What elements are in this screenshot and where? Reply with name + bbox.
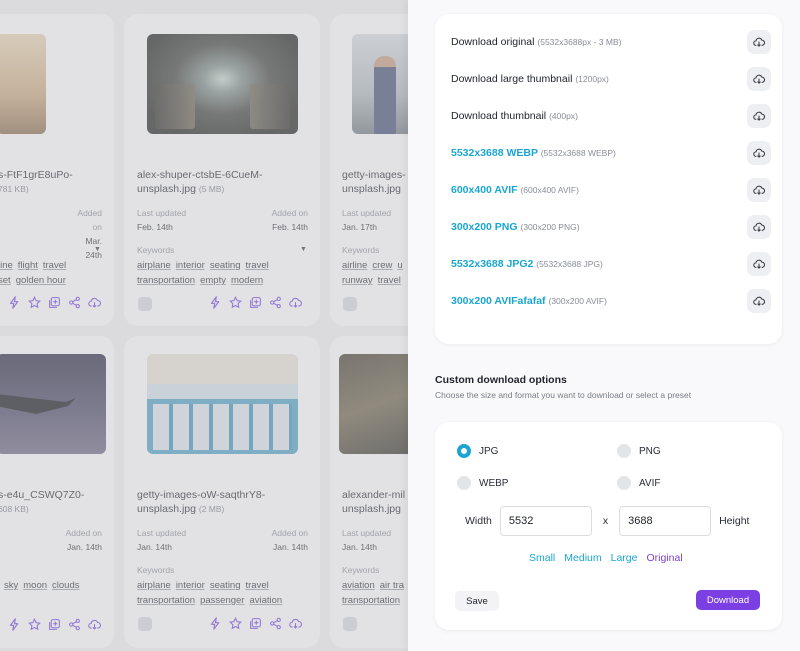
cloud-download-icon [753, 37, 765, 47]
cloud-download-icon [753, 222, 765, 232]
save-button[interactable]: Save [455, 591, 499, 611]
radio-label: PNG [639, 445, 661, 457]
cloud-download-icon [753, 185, 765, 195]
radio-indicator [617, 444, 631, 458]
option-detail: (5532x3688px - 3 MB) [537, 37, 622, 47]
option-name: 600x400 AVIF [451, 184, 518, 196]
height-label: Height [719, 515, 750, 527]
download-option-row[interactable]: 5532x3688 JPG2 (5532x3688 JPG) [451, 251, 771, 277]
option-detail: (300x200 AVIF) [548, 296, 607, 306]
download-option-label[interactable]: 5532x3688 WEBP (5532x3688 WEBP) [451, 147, 616, 159]
custom-download-form: JPG PNG WEBP AVIF Width x Height Small M… [435, 422, 782, 630]
format-radio-avif[interactable]: AVIF [617, 476, 660, 490]
radio-indicator [617, 476, 631, 490]
preset-original[interactable]: Original [646, 552, 682, 564]
download-option-row[interactable]: Download thumbnail (400px) [451, 103, 771, 129]
download-option-button[interactable] [747, 67, 771, 91]
image-grid: s-FtF1grE8uPo- 781 KB) Added on Mar. 24th… [0, 0, 410, 651]
format-radio-webp[interactable]: WEBP [457, 476, 508, 490]
download-option-label[interactable]: 600x400 AVIF (600x400 AVIF) [451, 184, 579, 196]
modal-backdrop[interactable] [0, 0, 410, 651]
option-name: Download original [451, 36, 535, 48]
preset-small[interactable]: Small [529, 552, 555, 564]
option-name: 300x200 PNG [451, 221, 518, 233]
radio-label: JPG [479, 445, 499, 457]
preset-medium[interactable]: Medium [564, 552, 601, 564]
option-name: 300x200 AVIFafafaf [451, 295, 546, 307]
download-option-row[interactable]: Download original (5532x3688px - 3 MB) [451, 29, 771, 55]
download-option-row[interactable]: 300x200 PNG (300x200 PNG) [451, 214, 771, 240]
custom-download-title: Custom download options [435, 374, 567, 386]
download-option-button[interactable] [747, 104, 771, 128]
download-option-row[interactable]: Download large thumbnail (1200px) [451, 66, 771, 92]
cloud-download-icon [753, 111, 765, 121]
download-panel: Download original (5532x3688px - 3 MB) Do… [408, 0, 800, 651]
option-detail: (300x200 PNG) [520, 222, 580, 232]
download-option-button[interactable] [747, 178, 771, 202]
download-option-label[interactable]: 300x200 PNG (300x200 PNG) [451, 221, 580, 233]
size-presets: Small Medium Large Original [529, 552, 683, 564]
download-option-button[interactable] [747, 141, 771, 165]
option-name: Download thumbnail [451, 110, 547, 122]
download-option-label[interactable]: Download original (5532x3688px - 3 MB) [451, 36, 622, 48]
download-option-row[interactable]: 5532x3688 WEBP (5532x3688 WEBP) [451, 140, 771, 166]
download-option-label[interactable]: 300x200 AVIFafafaf (300x200 AVIF) [451, 295, 607, 307]
download-option-label[interactable]: Download thumbnail (400px) [451, 110, 578, 122]
download-option-label[interactable]: Download large thumbnail (1200px) [451, 73, 609, 85]
option-name: Download large thumbnail [451, 73, 573, 85]
option-detail: (1200px) [575, 74, 609, 84]
times-separator: x [602, 515, 609, 527]
radio-label: WEBP [479, 477, 509, 489]
dimensions-row: Width x Height [457, 506, 749, 536]
download-option-button[interactable] [747, 252, 771, 276]
radio-indicator [457, 444, 471, 458]
download-button[interactable]: Download [696, 590, 760, 610]
option-detail: (5532x3688 JPG) [536, 259, 603, 269]
download-option-label[interactable]: 5532x3688 JPG2 (5532x3688 JPG) [451, 258, 603, 270]
option-name: 5532x3688 WEBP [451, 147, 538, 159]
option-name: 5532x3688 JPG2 [451, 258, 534, 270]
custom-download-subtitle: Choose the size and format you want to d… [435, 390, 692, 400]
radio-indicator [457, 476, 471, 490]
option-detail: (600x400 AVIF) [520, 185, 579, 195]
preset-large[interactable]: Large [611, 552, 638, 564]
download-option-row[interactable]: 300x200 AVIFafafaf (300x200 AVIF) [451, 288, 771, 314]
option-detail: (5532x3688 WEBP) [540, 148, 616, 158]
height-input[interactable] [619, 506, 712, 536]
cloud-download-icon [753, 74, 765, 84]
format-radio-png[interactable]: PNG [617, 444, 661, 458]
option-detail: (400px) [549, 111, 578, 121]
cloud-download-icon [753, 296, 765, 306]
download-options-list: Download original (5532x3688px - 3 MB) Do… [435, 14, 782, 344]
download-option-row[interactable]: 600x400 AVIF (600x400 AVIF) [451, 177, 771, 203]
format-radio-jpg[interactable]: JPG [457, 444, 498, 458]
radio-label: AVIF [639, 477, 661, 489]
cloud-download-icon [753, 259, 765, 269]
download-option-button[interactable] [747, 215, 771, 239]
download-option-button[interactable] [747, 30, 771, 54]
width-input[interactable] [499, 506, 592, 536]
download-option-button[interactable] [747, 289, 771, 313]
cloud-download-icon [753, 148, 765, 158]
width-label: Width [465, 515, 492, 527]
